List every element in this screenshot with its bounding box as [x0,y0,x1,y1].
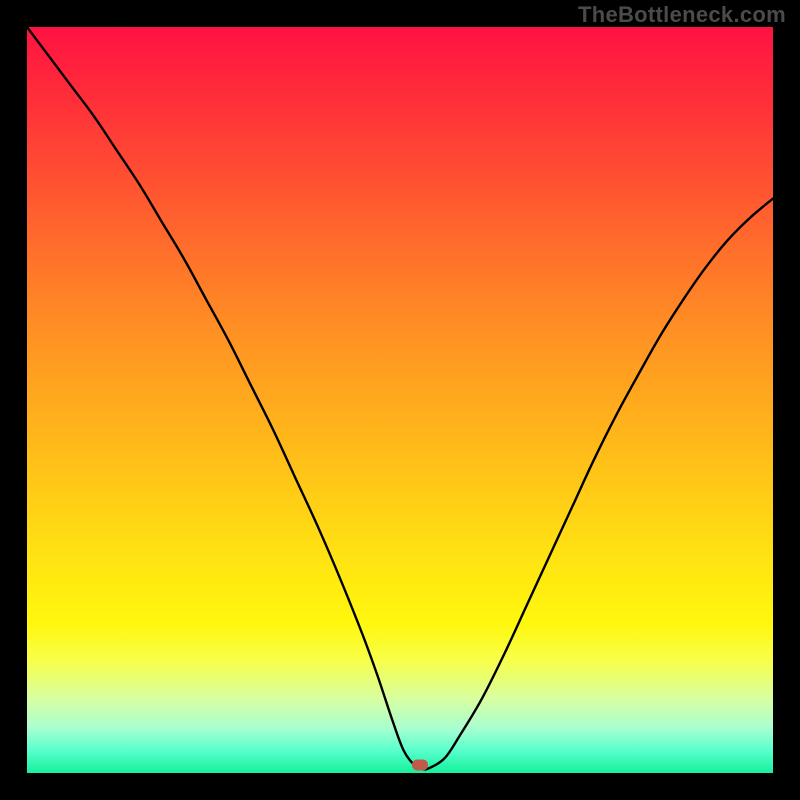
bottleneck-curve [27,27,773,773]
watermark-text: TheBottleneck.com [578,2,786,28]
optimum-marker [412,760,428,771]
chart-frame: TheBottleneck.com [0,0,800,800]
